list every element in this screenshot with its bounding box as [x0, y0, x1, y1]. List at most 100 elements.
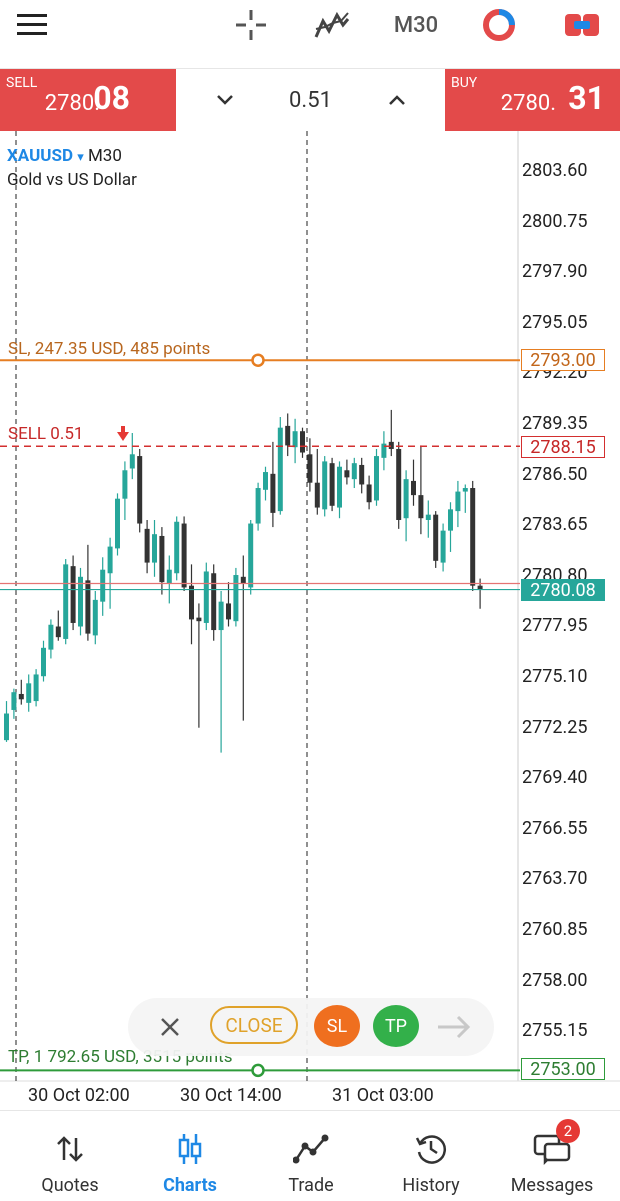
tp-price-tag[interactable]: 2753.00: [521, 1058, 605, 1080]
candle-body: [41, 647, 46, 677]
arrow-right-icon[interactable]: [434, 1012, 474, 1042]
bottom-navigation: Quotes Charts Trade History 2 Messages: [0, 1110, 620, 1201]
candle-body: [159, 535, 165, 583]
indicators-icon[interactable]: [312, 6, 352, 44]
volume-value[interactable]: 0.51: [289, 88, 332, 113]
volume-control: 0.51: [176, 69, 445, 131]
candle-body: [248, 523, 254, 588]
time-label: 31 Oct 03:00: [332, 1085, 434, 1106]
sell-button[interactable]: SELL 2780. 08: [0, 69, 176, 131]
candle-body: [359, 464, 365, 485]
price-axis-label: 2795.05: [522, 311, 588, 333]
symbol-description: Gold vs US Dollar: [7, 170, 137, 190]
candle-body: [448, 509, 453, 531]
candle-body: [152, 534, 157, 563]
candle-body: [285, 425, 291, 446]
nav-trade[interactable]: Trade: [249, 1111, 373, 1201]
bid-price-tag: 2780.08: [521, 579, 605, 601]
sell-price-big: 08: [93, 79, 130, 117]
sl-price-tag[interactable]: 2793.00: [521, 349, 605, 371]
candle-body: [329, 463, 335, 506]
position-action-bar: CLOSE SL TP: [128, 998, 494, 1056]
candle-body: [351, 463, 357, 480]
trade-panel-icon[interactable]: [562, 8, 602, 42]
sell-price-small: 2780.: [44, 91, 100, 116]
candle-body: [92, 599, 98, 636]
nav-label: History: [402, 1175, 460, 1196]
price-axis-label: 2769.40: [522, 767, 588, 789]
timeframe-selector[interactable]: M30: [394, 8, 438, 42]
history-icon: [369, 1129, 493, 1169]
sell-order-price-tag[interactable]: 2788.15: [521, 436, 605, 458]
candle-body: [181, 523, 187, 588]
price-axis-label: 2760.85: [522, 919, 588, 940]
volume-up-icon[interactable]: [382, 85, 412, 115]
close-icon[interactable]: [154, 1012, 186, 1042]
time-label: 30 Oct 14:00: [180, 1085, 282, 1106]
sl-drag-handle[interactable]: [251, 353, 265, 367]
symbol-dropdown-icon: ▾: [77, 150, 84, 165]
sell-label: SELL: [6, 75, 38, 91]
candle-body: [137, 456, 143, 524]
buy-label: BUY: [451, 75, 478, 91]
candle-body: [344, 470, 350, 478]
candle-body: [4, 713, 9, 741]
menu-icon[interactable]: [14, 10, 50, 40]
chart-timeframe: M30: [87, 146, 122, 166]
candle-body: [226, 603, 231, 620]
nav-history[interactable]: History: [369, 1111, 493, 1201]
tp-drag-handle[interactable]: [251, 1063, 265, 1078]
set-tp-button[interactable]: TP: [373, 1005, 419, 1047]
candle-body: [455, 491, 461, 512]
candle-body: [277, 427, 283, 512]
candle-body: [255, 488, 261, 524]
candle-body: [307, 454, 313, 483]
symbol-name: XAUUSD: [7, 146, 73, 166]
trade-icon: [249, 1129, 373, 1169]
candle-body: [240, 576, 246, 584]
candle-body: [396, 448, 402, 520]
candle-body: [470, 488, 476, 586]
volume-down-icon[interactable]: [210, 85, 240, 115]
candle-body: [314, 482, 320, 508]
candle-body: [322, 461, 328, 510]
nav-messages[interactable]: 2 Messages: [490, 1111, 614, 1201]
candle-body: [166, 569, 172, 584]
set-sl-button[interactable]: SL: [314, 1005, 360, 1047]
candle-body: [55, 626, 61, 638]
close-position-button[interactable]: CLOSE: [210, 1006, 298, 1044]
price-axis-label: 2783.65: [522, 514, 588, 536]
buy-button[interactable]: BUY 2780. 31: [445, 69, 620, 131]
sell-entry-arrow-stem: [121, 426, 125, 433]
candle-body: [78, 576, 83, 627]
candle-body: [411, 480, 416, 496]
one-click-trading-icon[interactable]: [480, 6, 518, 44]
nav-charts[interactable]: Charts: [128, 1111, 252, 1201]
nav-label: Quotes: [41, 1175, 99, 1196]
candle-body: [33, 674, 39, 702]
price-axis-label: 2777.95: [522, 615, 588, 637]
candle-body: [440, 530, 446, 563]
nav-label: Charts: [163, 1175, 217, 1196]
candle-body: [218, 601, 224, 631]
charts-icon: [128, 1129, 252, 1169]
nav-quotes[interactable]: Quotes: [8, 1111, 132, 1201]
top-toolbar: M30: [0, 0, 620, 69]
candle-body: [366, 484, 372, 503]
nav-label: Trade: [288, 1175, 334, 1196]
candle-body: [18, 693, 24, 700]
candle-body: [107, 546, 113, 574]
price-axis-label: 2766.55: [522, 817, 588, 839]
candle-body: [70, 566, 76, 623]
price-axis-label: 2775.10: [522, 666, 588, 687]
candle-body: [211, 573, 217, 631]
candle-body: [196, 617, 202, 622]
candle-body: [270, 473, 276, 513]
crosshair-icon[interactable]: [232, 6, 270, 44]
candle-body: [174, 521, 180, 574]
price-axis-label: 2758.00: [522, 969, 588, 991]
candle-body: [203, 571, 209, 623]
candle-body: [337, 466, 342, 508]
candle-body: [122, 470, 128, 499]
symbol-header[interactable]: XAUUSD ▾ M30: [7, 146, 122, 166]
